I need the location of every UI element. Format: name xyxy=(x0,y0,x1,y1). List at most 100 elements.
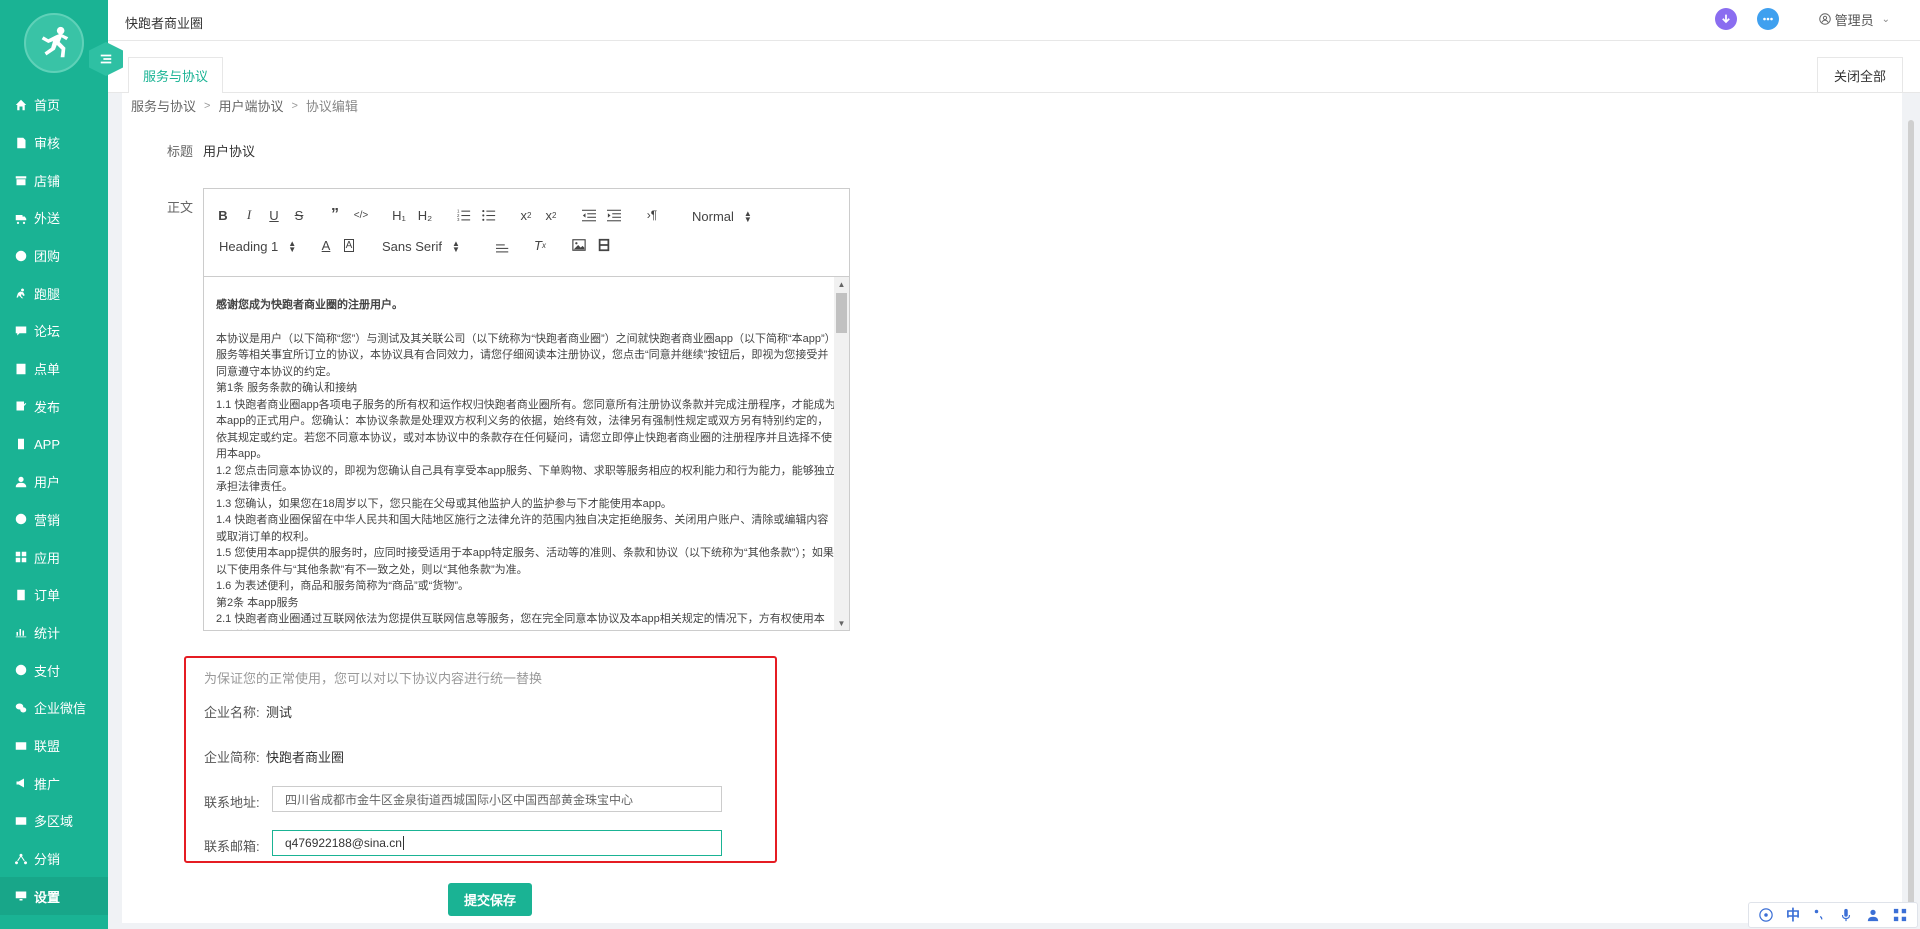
user-icon xyxy=(14,475,28,489)
header1-button[interactable]: H₁ xyxy=(388,204,410,226)
body-label: 正文 xyxy=(167,200,194,215)
breadcrumb-item[interactable]: 服务与协议 xyxy=(131,96,196,115)
settings-icon[interactable] xyxy=(1893,908,1907,922)
indent-icon[interactable] xyxy=(603,204,625,226)
user-icon[interactable] xyxy=(1866,908,1880,922)
download-button[interactable] xyxy=(1714,8,1737,30)
email-input-value: q476922188@sina.cn xyxy=(285,836,402,850)
payment-icon xyxy=(14,663,28,677)
code-icon[interactable]: </> xyxy=(350,204,372,226)
editor-paragraph: 本协议是用户（以下简称“您”）与测试及其关联公司（以下统称为“快跑者商业圈”）之… xyxy=(216,332,836,378)
ordered-list-icon[interactable]: 123 xyxy=(453,204,475,226)
tab-service-agreement[interactable]: 服务与协议 xyxy=(128,57,224,93)
superscript-icon[interactable]: x2 xyxy=(540,204,562,226)
sidebar-item-label: 审核 xyxy=(34,136,61,152)
align-icon[interactable] xyxy=(492,236,514,258)
background-color-icon[interactable]: A xyxy=(338,234,360,256)
italic-button[interactable]: I xyxy=(238,204,260,226)
sidebar-item-label: 多区域 xyxy=(34,814,74,830)
editor-paragraph: 1.2 您点击同意本协议的，即视为您确认自己具有享受本app服务、下单购物、求职… xyxy=(216,464,836,494)
sidebar-item[interactable]: 应用 xyxy=(0,538,108,576)
rich-text-editor: B I U S ” </> H₁ H₂ 123 x2 x2 ›¶ Normal … xyxy=(203,188,850,631)
sidebar-item[interactable]: 推广 xyxy=(0,764,108,802)
bullet-list-icon[interactable] xyxy=(478,204,500,226)
sidebar-item[interactable]: 营销 xyxy=(0,501,108,539)
header2-button[interactable]: H₂ xyxy=(414,204,436,226)
company-name-value: 测试 xyxy=(266,705,293,720)
sidebar-item[interactable]: 首页 xyxy=(0,86,108,124)
sidebar-item[interactable]: 发布 xyxy=(0,388,108,426)
underline-button[interactable]: U xyxy=(263,204,285,226)
sidebar-item-label: 订单 xyxy=(34,588,61,604)
video-icon[interactable] xyxy=(593,234,615,256)
sidebar-item[interactable]: 设置 xyxy=(0,877,108,916)
admin-label: 管理员 xyxy=(1834,12,1874,28)
font-family-select[interactable]: Sans Serif ▲ ▼ xyxy=(382,239,460,254)
scroll-down-icon[interactable]: ▼ xyxy=(834,616,849,630)
bold-button[interactable]: B xyxy=(212,204,234,226)
sidebar-item-label: 团购 xyxy=(34,249,61,265)
text-direction-icon[interactable]: ›¶ xyxy=(641,204,663,226)
blockquote-icon[interactable]: ” xyxy=(324,204,346,226)
strikethrough-button[interactable]: S xyxy=(288,204,310,226)
sidebar-item[interactable]: 统计 xyxy=(0,614,108,652)
sidebar-item[interactable]: 支付 xyxy=(0,651,108,689)
editor-paragraph: 第2条 本app服务 xyxy=(216,596,299,609)
admin-menu[interactable]: 管理员 ⌄ xyxy=(1818,10,1890,29)
page-scrollbar[interactable] xyxy=(1908,120,1914,920)
sidebar-item[interactable]: 团购 xyxy=(0,237,108,275)
microphone-icon[interactable] xyxy=(1839,908,1853,922)
scroll-thumb[interactable] xyxy=(836,293,847,333)
sidebar-item[interactable]: 点单 xyxy=(0,350,108,388)
editor-content[interactable]: 感谢您成为快跑者商业圈的注册用户。本协议是用户（以下简称“您”）与测试及其关联公… xyxy=(204,277,849,630)
editor-paragraph: 感谢您成为快跑者商业圈的注册用户。 xyxy=(216,299,403,311)
paragraph-format-select[interactable]: Normal ▲ ▼ xyxy=(692,209,752,224)
close-all-tabs-button[interactable]: 关闭全部 xyxy=(1816,57,1903,93)
ime-language-indicator[interactable]: 中 xyxy=(1786,905,1800,925)
submit-save-button[interactable]: 提交保存 xyxy=(448,883,532,916)
editor-paragraph: 2.1 快跑者商业圈通过互联网依法为您提供互联网信息等服务，您在完全同意本协议及… xyxy=(216,613,825,630)
image-icon[interactable] xyxy=(568,234,590,256)
outdent-icon[interactable] xyxy=(578,204,600,226)
replace-hint: 为保证您的正常使用，您可以对以下协议内容进行统一替换 xyxy=(204,671,543,686)
scroll-up-icon[interactable]: ▲ xyxy=(834,277,849,291)
sidebar-item-label: 论坛 xyxy=(34,324,61,340)
sidebar-item[interactable]: 订单 xyxy=(0,576,108,614)
sidebar-item-label: 设置 xyxy=(34,889,61,905)
wechat-icon xyxy=(14,701,28,715)
sidebar-item[interactable]: 企业微信 xyxy=(0,689,108,727)
sidebar-item-label: 店铺 xyxy=(34,173,61,189)
editor-scrollbar[interactable]: ▲ ▼ xyxy=(834,277,849,630)
punctuation-icon[interactable] xyxy=(1813,908,1827,922)
breadcrumb-item[interactable]: 用户端协议 xyxy=(218,96,283,115)
sidebar-item[interactable]: 跑腿 xyxy=(0,274,108,312)
email-input[interactable]: q476922188@sina.cn xyxy=(272,830,722,856)
top-actions: 管理员 ⌄ xyxy=(1695,8,1890,30)
alliance-icon xyxy=(14,739,28,753)
sidebar-item[interactable]: 用户 xyxy=(0,463,108,501)
sidebar-item-label: 联盟 xyxy=(34,739,61,755)
font-color-icon[interactable]: A xyxy=(315,234,337,256)
promote-icon xyxy=(14,776,28,790)
chat-button[interactable] xyxy=(1756,8,1779,30)
heading-select[interactable]: Heading 1 ▲ ▼ xyxy=(219,239,296,254)
title-value[interactable]: 用户协议 xyxy=(203,141,255,160)
subscript-icon[interactable]: x2 xyxy=(515,204,537,226)
download-icon xyxy=(1721,14,1730,24)
editor-paragraph: 1.4 快跑者商业圈保留在中华人民共和国大陆地区施行之法律允许的范围内独自决定拒… xyxy=(216,514,829,543)
sidebar-item-label: 应用 xyxy=(34,550,61,566)
sidebar-item[interactable]: 分销 xyxy=(0,840,108,878)
sidebar-item[interactable]: 联盟 xyxy=(0,727,108,765)
company-name-label: 企业名称: xyxy=(204,705,260,720)
sidebar-item[interactable]: 店铺 xyxy=(0,161,108,199)
app-logo[interactable] xyxy=(24,13,84,73)
select-arrows-icon: ▲ ▼ xyxy=(288,238,297,254)
sidebar-item[interactable]: 论坛 xyxy=(0,312,108,350)
sidebar-item[interactable]: APP xyxy=(0,425,108,463)
address-input[interactable]: 四川省成都市金牛区金泉街道西城国际小区中国西部黄金珠宝中心 xyxy=(272,786,722,812)
clear-format-icon[interactable]: Tx xyxy=(529,234,551,256)
sidebar-item[interactable]: 多区域 xyxy=(0,802,108,840)
sidebar-item[interactable]: 外送 xyxy=(0,199,108,237)
ime-logo-icon[interactable] xyxy=(1759,908,1774,922)
sidebar-item[interactable]: 审核 xyxy=(0,124,108,162)
